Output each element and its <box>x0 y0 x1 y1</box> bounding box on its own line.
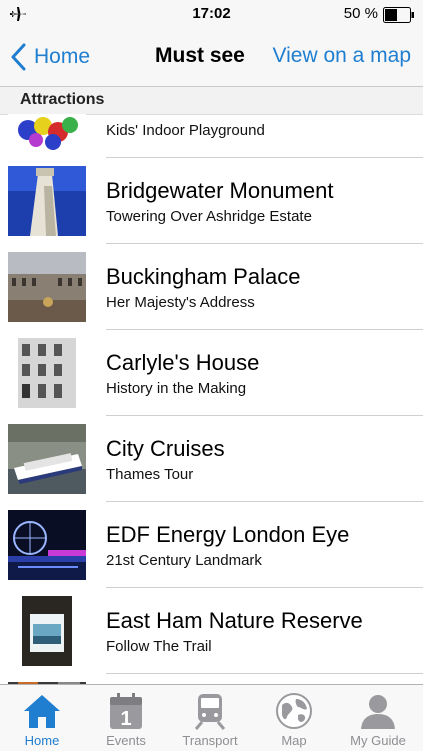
train-icon <box>194 694 226 730</box>
thumbnail-image <box>8 338 86 408</box>
list-item-subtitle: Follow The Trail <box>106 638 212 655</box>
list-item-title: Bridgewater Monument <box>106 178 334 203</box>
battery-icon <box>383 7 414 23</box>
thumbnail-image <box>8 596 86 666</box>
tab-bar: Home 1 Events Transport Map My Guide <box>0 684 423 751</box>
list-item-subtitle: Kids' Indoor Playground <box>106 122 265 139</box>
tab-label: Home <box>24 733 60 748</box>
back-button[interactable]: Home <box>10 42 90 72</box>
section-header: Attractions <box>0 87 423 115</box>
list-item[interactable]: Bridgewater Monument Towering Over Ashri… <box>0 158 423 244</box>
list-item-title: City Cruises <box>106 436 225 461</box>
tab-map[interactable]: Map <box>252 685 336 751</box>
calendar-icon: 1 <box>110 693 142 730</box>
view-on-map-button[interactable]: View on a map <box>272 44 411 68</box>
attractions-list: Kids' Indoor Playground Bridgewater Monu… <box>0 114 423 684</box>
navigation-bar: Home Must see View on a map <box>0 30 423 87</box>
globe-icon <box>276 693 312 729</box>
tab-transport[interactable]: Transport <box>168 685 252 751</box>
back-button-label: Home <box>34 45 91 68</box>
list-item[interactable]: City Cruises Thames Tour <box>0 416 423 502</box>
list-item-title: Carlyle's House <box>106 350 260 375</box>
section-title: Attractions <box>20 91 105 108</box>
list-item-title: EDF Energy London Eye <box>106 522 350 547</box>
battery-percentage: 50 % <box>343 5 378 22</box>
status-bar: 17:02 50 % <box>0 0 423 30</box>
tab-label: Transport <box>182 733 238 748</box>
tab-my-guide[interactable]: My Guide <box>336 685 420 751</box>
list-item[interactable]: East Ham Nature Reserve Follow The Trail <box>0 588 423 674</box>
list-item[interactable]: Kids' Indoor Playground <box>0 114 423 158</box>
list-item-subtitle: Her Majesty's Address <box>106 294 255 311</box>
list-item-subtitle: Towering Over Ashridge Estate <box>106 208 312 225</box>
list-item-subtitle: Thames Tour <box>106 466 194 483</box>
list-item[interactable] <box>0 674 423 684</box>
thumbnail-image <box>8 166 86 236</box>
page-title: Must see <box>155 44 245 67</box>
thumbnail-image <box>8 510 86 580</box>
tab-events[interactable]: 1 Events <box>84 685 168 751</box>
chevron-left-icon <box>11 43 26 71</box>
thumbnail-image <box>8 114 86 150</box>
list-item-title: Buckingham Palace <box>106 264 301 289</box>
list-item[interactable]: Carlyle's House History in the Making <box>0 330 423 416</box>
list-item[interactable]: Buckingham Palace Her Majesty's Address <box>0 244 423 330</box>
tab-label: Events <box>106 733 146 748</box>
svg-text:1: 1 <box>120 708 131 730</box>
list-item-subtitle: 21st Century Landmark <box>106 552 262 569</box>
thumbnail-image <box>8 424 86 494</box>
tab-label: My Guide <box>350 733 406 748</box>
thumbnail-image <box>8 252 86 322</box>
house-icon <box>24 695 60 728</box>
tab-home[interactable]: Home <box>0 685 84 751</box>
list-item-subtitle: History in the Making <box>106 380 247 397</box>
tab-label: Map <box>281 733 307 748</box>
list-item[interactable]: EDF Energy London Eye 21st Century Landm… <box>0 502 423 588</box>
person-icon <box>361 695 395 729</box>
list-item-title: East Ham Nature Reserve <box>106 608 363 633</box>
